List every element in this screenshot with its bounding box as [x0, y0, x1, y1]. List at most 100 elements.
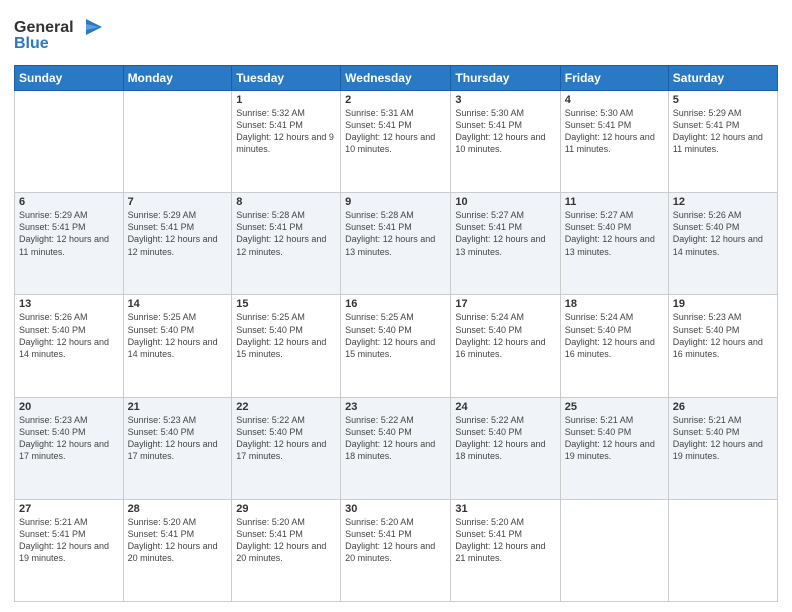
logo-text: General Blue	[14, 14, 104, 59]
calendar-cell: 28Sunrise: 5:20 AM Sunset: 5:41 PM Dayli…	[123, 499, 232, 601]
day-info: Sunrise: 5:22 AM Sunset: 5:40 PM Dayligh…	[455, 414, 555, 463]
calendar-cell: 26Sunrise: 5:21 AM Sunset: 5:40 PM Dayli…	[668, 397, 777, 499]
calendar-cell: 14Sunrise: 5:25 AM Sunset: 5:40 PM Dayli…	[123, 295, 232, 397]
day-info: Sunrise: 5:28 AM Sunset: 5:41 PM Dayligh…	[345, 209, 446, 258]
calendar-cell: 19Sunrise: 5:23 AM Sunset: 5:40 PM Dayli…	[668, 295, 777, 397]
day-number: 18	[565, 298, 664, 310]
weekday-header-friday: Friday	[560, 66, 668, 91]
calendar-cell	[123, 91, 232, 193]
calendar-cell: 1Sunrise: 5:32 AM Sunset: 5:41 PM Daylig…	[232, 91, 341, 193]
day-number: 25	[565, 401, 664, 413]
day-info: Sunrise: 5:21 AM Sunset: 5:40 PM Dayligh…	[565, 414, 664, 463]
calendar-cell: 9Sunrise: 5:28 AM Sunset: 5:41 PM Daylig…	[341, 193, 451, 295]
day-number: 28	[128, 503, 228, 515]
day-number: 10	[455, 196, 555, 208]
calendar-cell: 31Sunrise: 5:20 AM Sunset: 5:41 PM Dayli…	[451, 499, 560, 601]
day-number: 19	[673, 298, 773, 310]
calendar-week-5: 27Sunrise: 5:21 AM Sunset: 5:41 PM Dayli…	[15, 499, 778, 601]
calendar-table: SundayMondayTuesdayWednesdayThursdayFrid…	[14, 65, 778, 602]
day-number: 14	[128, 298, 228, 310]
day-number: 20	[19, 401, 119, 413]
calendar-cell: 3Sunrise: 5:30 AM Sunset: 5:41 PM Daylig…	[451, 91, 560, 193]
day-number: 5	[673, 94, 773, 106]
day-number: 26	[673, 401, 773, 413]
page: General Blue SundayMondayTuesdayWednesda…	[0, 0, 792, 612]
day-number: 31	[455, 503, 555, 515]
day-number: 15	[236, 298, 336, 310]
day-number: 29	[236, 503, 336, 515]
day-info: Sunrise: 5:25 AM Sunset: 5:40 PM Dayligh…	[345, 311, 446, 360]
day-number: 1	[236, 94, 336, 106]
day-info: Sunrise: 5:30 AM Sunset: 5:41 PM Dayligh…	[455, 107, 555, 156]
day-number: 2	[345, 94, 446, 106]
calendar-cell: 8Sunrise: 5:28 AM Sunset: 5:41 PM Daylig…	[232, 193, 341, 295]
calendar-week-2: 6Sunrise: 5:29 AM Sunset: 5:41 PM Daylig…	[15, 193, 778, 295]
day-info: Sunrise: 5:29 AM Sunset: 5:41 PM Dayligh…	[19, 209, 119, 258]
day-number: 23	[345, 401, 446, 413]
day-info: Sunrise: 5:24 AM Sunset: 5:40 PM Dayligh…	[565, 311, 664, 360]
calendar-cell: 11Sunrise: 5:27 AM Sunset: 5:40 PM Dayli…	[560, 193, 668, 295]
calendar-cell	[15, 91, 124, 193]
calendar-cell: 30Sunrise: 5:20 AM Sunset: 5:41 PM Dayli…	[341, 499, 451, 601]
day-info: Sunrise: 5:20 AM Sunset: 5:41 PM Dayligh…	[345, 516, 446, 565]
weekday-header-monday: Monday	[123, 66, 232, 91]
day-info: Sunrise: 5:20 AM Sunset: 5:41 PM Dayligh…	[455, 516, 555, 565]
calendar-cell: 18Sunrise: 5:24 AM Sunset: 5:40 PM Dayli…	[560, 295, 668, 397]
day-info: Sunrise: 5:27 AM Sunset: 5:40 PM Dayligh…	[565, 209, 664, 258]
logo: General Blue	[14, 14, 104, 59]
day-number: 6	[19, 196, 119, 208]
day-info: Sunrise: 5:25 AM Sunset: 5:40 PM Dayligh…	[236, 311, 336, 360]
day-number: 17	[455, 298, 555, 310]
day-number: 4	[565, 94, 664, 106]
day-info: Sunrise: 5:26 AM Sunset: 5:40 PM Dayligh…	[19, 311, 119, 360]
calendar-cell: 24Sunrise: 5:22 AM Sunset: 5:40 PM Dayli…	[451, 397, 560, 499]
day-number: 3	[455, 94, 555, 106]
day-info: Sunrise: 5:21 AM Sunset: 5:41 PM Dayligh…	[19, 516, 119, 565]
header: General Blue	[14, 10, 778, 59]
calendar-cell: 22Sunrise: 5:22 AM Sunset: 5:40 PM Dayli…	[232, 397, 341, 499]
calendar-cell: 7Sunrise: 5:29 AM Sunset: 5:41 PM Daylig…	[123, 193, 232, 295]
calendar-cell: 27Sunrise: 5:21 AM Sunset: 5:41 PM Dayli…	[15, 499, 124, 601]
day-number: 24	[455, 401, 555, 413]
day-number: 27	[19, 503, 119, 515]
day-number: 13	[19, 298, 119, 310]
day-info: Sunrise: 5:20 AM Sunset: 5:41 PM Dayligh…	[128, 516, 228, 565]
calendar-cell: 15Sunrise: 5:25 AM Sunset: 5:40 PM Dayli…	[232, 295, 341, 397]
day-info: Sunrise: 5:21 AM Sunset: 5:40 PM Dayligh…	[673, 414, 773, 463]
calendar-cell: 29Sunrise: 5:20 AM Sunset: 5:41 PM Dayli…	[232, 499, 341, 601]
day-info: Sunrise: 5:26 AM Sunset: 5:40 PM Dayligh…	[673, 209, 773, 258]
weekday-header-sunday: Sunday	[15, 66, 124, 91]
calendar-cell	[668, 499, 777, 601]
day-number: 12	[673, 196, 773, 208]
day-number: 7	[128, 196, 228, 208]
day-number: 8	[236, 196, 336, 208]
day-info: Sunrise: 5:31 AM Sunset: 5:41 PM Dayligh…	[345, 107, 446, 156]
calendar-week-1: 1Sunrise: 5:32 AM Sunset: 5:41 PM Daylig…	[15, 91, 778, 193]
calendar-cell: 13Sunrise: 5:26 AM Sunset: 5:40 PM Dayli…	[15, 295, 124, 397]
day-number: 22	[236, 401, 336, 413]
day-info: Sunrise: 5:24 AM Sunset: 5:40 PM Dayligh…	[455, 311, 555, 360]
calendar-cell: 10Sunrise: 5:27 AM Sunset: 5:41 PM Dayli…	[451, 193, 560, 295]
day-number: 21	[128, 401, 228, 413]
day-info: Sunrise: 5:29 AM Sunset: 5:41 PM Dayligh…	[673, 107, 773, 156]
day-info: Sunrise: 5:30 AM Sunset: 5:41 PM Dayligh…	[565, 107, 664, 156]
day-number: 16	[345, 298, 446, 310]
weekday-header-row: SundayMondayTuesdayWednesdayThursdayFrid…	[15, 66, 778, 91]
calendar-cell: 4Sunrise: 5:30 AM Sunset: 5:41 PM Daylig…	[560, 91, 668, 193]
calendar-cell: 16Sunrise: 5:25 AM Sunset: 5:40 PM Dayli…	[341, 295, 451, 397]
calendar-cell: 21Sunrise: 5:23 AM Sunset: 5:40 PM Dayli…	[123, 397, 232, 499]
calendar-cell: 17Sunrise: 5:24 AM Sunset: 5:40 PM Dayli…	[451, 295, 560, 397]
day-info: Sunrise: 5:32 AM Sunset: 5:41 PM Dayligh…	[236, 107, 336, 156]
day-info: Sunrise: 5:25 AM Sunset: 5:40 PM Dayligh…	[128, 311, 228, 360]
calendar-cell: 25Sunrise: 5:21 AM Sunset: 5:40 PM Dayli…	[560, 397, 668, 499]
weekday-header-wednesday: Wednesday	[341, 66, 451, 91]
calendar-week-3: 13Sunrise: 5:26 AM Sunset: 5:40 PM Dayli…	[15, 295, 778, 397]
day-number: 11	[565, 196, 664, 208]
svg-text:Blue: Blue	[14, 35, 49, 52]
calendar-cell: 20Sunrise: 5:23 AM Sunset: 5:40 PM Dayli…	[15, 397, 124, 499]
calendar-week-4: 20 Sunrise: 5:23 AM Sunset: 5:40 PM Dayli…	[15, 397, 778, 499]
calendar-cell: 6Sunrise: 5:29 AM Sunset: 5:41 PM Daylig…	[15, 193, 124, 295]
day-info: Sunrise: 5:23 AM Sunset: 5:40 PM Dayligh…	[128, 414, 228, 463]
weekday-header-tuesday: Tuesday	[232, 66, 341, 91]
weekday-header-saturday: Saturday	[668, 66, 777, 91]
